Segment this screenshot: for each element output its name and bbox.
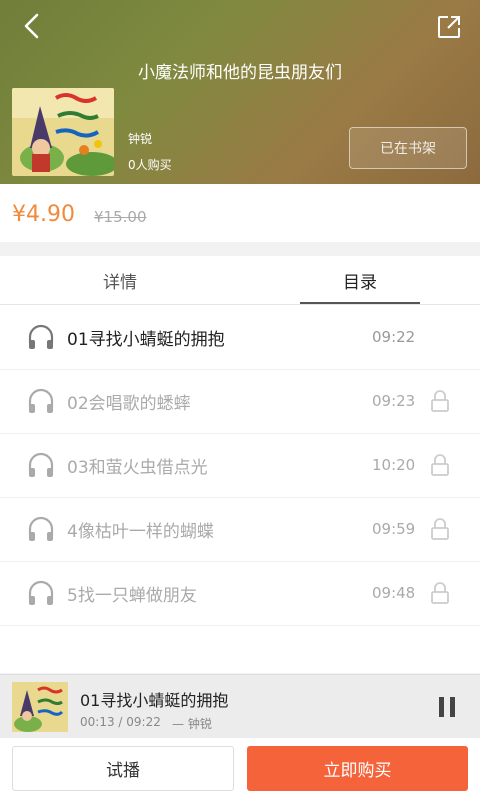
track-duration: 09:48 [372,584,416,602]
headphones-icon [28,452,54,477]
playback-time: 00:13 / 09:22 [80,715,161,729]
tab-catalog[interactable]: 目录 [300,256,420,304]
track-item[interactable]: 01寻找小蜻蜓的拥抱 09:22 [0,305,480,370]
lock-icon [431,582,449,604]
original-price: ¥15.00 [94,208,147,226]
track-title: 03和萤火虫借点光 [67,458,208,478]
trial-play-button[interactable]: 试播 [12,746,234,791]
active-tab-indicator [300,302,420,304]
book-header: 小魔法师和他的昆虫朋友们 钟锐 0人购买 已在书架 [0,0,480,184]
track-item[interactable]: 5找一只蝉做朋友 09:48 [0,561,480,626]
book-cover-image [12,88,114,176]
track-title: 5找一只蝉做朋友 [67,586,197,606]
track-duration: 09:23 [372,392,416,410]
author-name: 钟锐 [128,132,153,146]
lock-icon [431,390,449,412]
current-price: ¥4.90 [12,202,75,227]
headphones-icon [28,324,54,349]
share-icon[interactable] [436,14,462,40]
on-shelf-button[interactable]: 已在书架 [349,127,467,169]
track-title: 4像枯叶一样的蝴蝶 [67,522,214,542]
headphones-icon [28,580,54,605]
track-title: 02会唱歌的蟋蟀 [67,394,191,414]
purchase-count: 0人购买 [128,158,172,172]
now-playing-author: — 钟锐 [172,717,212,731]
track-duration: 09:22 [372,328,416,346]
book-title: 小魔法师和他的昆虫朋友们 [138,63,342,83]
tab-details[interactable]: 详情 [0,256,240,304]
headphones-icon [28,516,54,541]
headphones-icon [28,388,54,413]
track-duration: 10:20 [372,456,416,474]
mini-player[interactable]: 01寻找小蜻蜓的拥抱 00:13 / 09:22 — 钟锐 [0,674,480,739]
lock-icon [431,454,449,476]
track-duration: 09:59 [372,520,416,538]
back-arrow-icon[interactable] [18,12,46,40]
price-bar: ¥4.90 ¥15.00 [0,184,480,242]
pause-icon[interactable] [436,695,458,719]
lock-icon [431,518,449,540]
now-playing-title: 01寻找小蜻蜓的拥抱 [80,691,229,710]
buy-now-button[interactable]: 立即购买 [247,746,468,791]
bottom-action-bar: 试播 立即购买 [0,738,480,800]
tab-bar: 详情 目录 [0,256,480,305]
player-cover-image [12,682,68,732]
track-title: 01寻找小蜻蜓的拥抱 [67,330,225,350]
track-list: 01寻找小蜻蜓的拥抱 09:22 02会唱歌的蟋蟀 09:23 03和萤火虫借点… [0,305,480,673]
track-item[interactable]: 03和萤火虫借点光 10:20 [0,433,480,498]
track-item[interactable]: 02会唱歌的蟋蟀 09:23 [0,369,480,434]
track-item[interactable]: 4像枯叶一样的蝴蝶 09:59 [0,497,480,562]
